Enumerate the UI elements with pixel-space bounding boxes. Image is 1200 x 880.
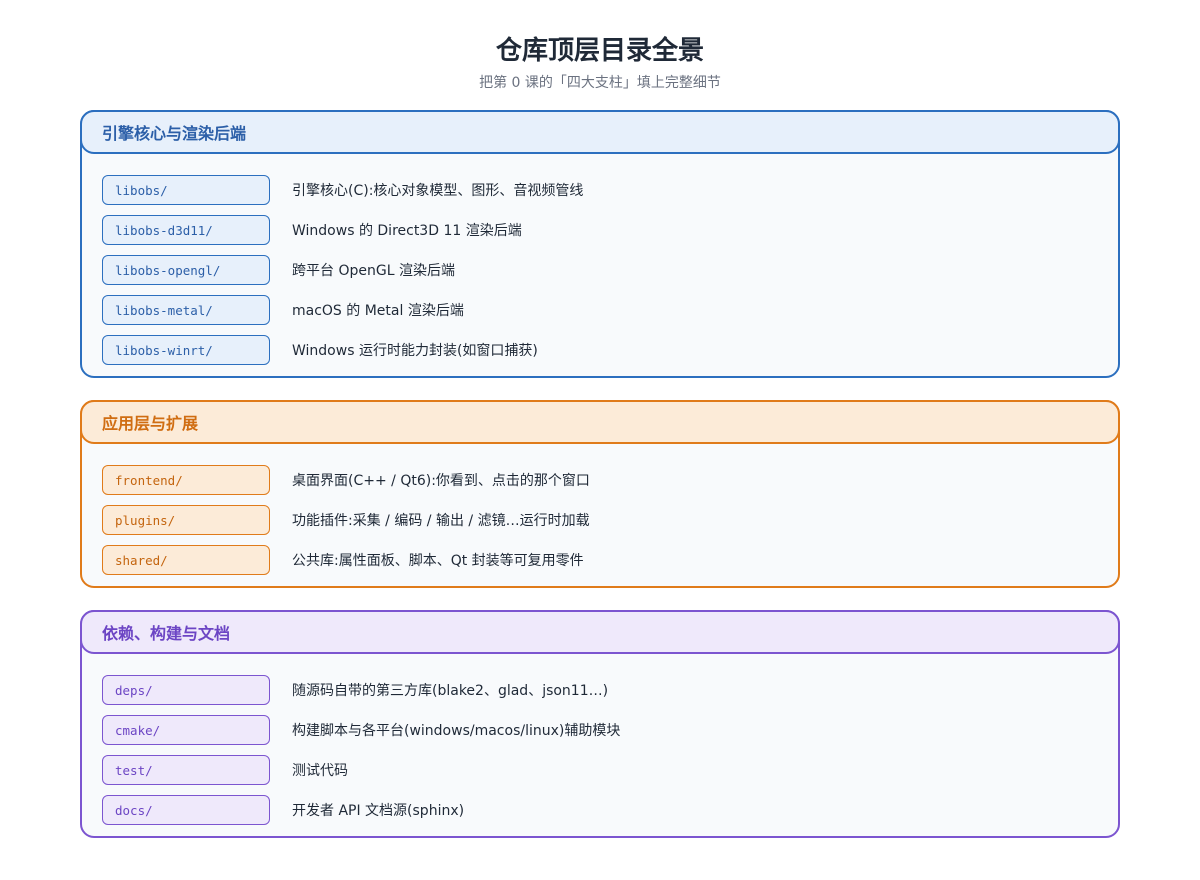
directory-chip: plugins/ — [102, 505, 270, 535]
directory-chip: cmake/ — [102, 715, 270, 745]
directory-chip: test/ — [102, 755, 270, 785]
directory-row: cmake/ 构建脚本与各平台(windows/macos/linux)辅助模块 — [102, 710, 1082, 750]
directory-chip: libobs-metal/ — [102, 295, 270, 325]
directory-description: 开发者 API 文档源(sphinx) — [292, 803, 465, 819]
directory-description: 公共库:属性面板、脚本、Qt 封装等可复用零件 — [292, 553, 584, 569]
directory-chip: libobs-winrt/ — [102, 335, 270, 365]
directory-chip: libobs-d3d11/ — [102, 215, 270, 245]
directory-chip: libobs/ — [102, 175, 270, 205]
directory-chip: frontend/ — [102, 465, 270, 495]
directory-row: libobs-metal/ macOS 的 Metal 渲染后端 — [102, 290, 1082, 330]
directory-chip: docs/ — [102, 795, 270, 825]
directory-description: 构建脚本与各平台(windows/macos/linux)辅助模块 — [292, 723, 621, 739]
directory-row: deps/ 随源码自带的第三方库(blake2、glad、json11…) — [102, 670, 1082, 710]
page-title: 仓库顶层目录全景 — [495, 36, 704, 66]
directory-description: 随源码自带的第三方库(blake2、glad、json11…) — [292, 683, 609, 699]
page-subtitle: 把第 0 课的「四大支柱」填上完整细节 — [479, 75, 721, 91]
group-title: 引擎核心与渲染后端 — [80, 110, 1120, 154]
directory-description: Windows 的 Direct3D 11 渲染后端 — [292, 223, 522, 239]
directory-row: docs/ 开发者 API 文档源(sphinx) — [102, 790, 1082, 830]
directory-chip: shared/ — [102, 545, 270, 575]
directory-description: 引擎核心(C):核心对象模型、图形、音视频管线 — [292, 183, 584, 199]
directory-row: libobs-opengl/ 跨平台 OpenGL 渲染后端 — [102, 250, 1082, 290]
directory-description: 功能插件:采集 / 编码 / 输出 / 滤镜…运行时加载 — [292, 513, 590, 529]
directory-description: macOS 的 Metal 渲染后端 — [292, 303, 464, 319]
directory-description: 测试代码 — [292, 763, 348, 779]
directory-row: libobs-d3d11/ Windows 的 Direct3D 11 渲染后端 — [102, 210, 1082, 250]
group-app-layer: 应用层与扩展 frontend/ 桌面界面(C++ / Qt6):你看到、点击的… — [80, 400, 1120, 588]
directory-row: test/ 测试代码 — [102, 750, 1082, 790]
group-deps-build-docs: 依赖、构建与文档 deps/ 随源码自带的第三方库(blake2、glad、js… — [80, 610, 1120, 838]
directory-row: plugins/ 功能插件:采集 / 编码 / 输出 / 滤镜…运行时加载 — [102, 500, 1082, 540]
directory-row: libobs-winrt/ Windows 运行时能力封装(如窗口捕获) — [102, 330, 1082, 370]
directory-description: Windows 运行时能力封装(如窗口捕获) — [292, 343, 538, 359]
directory-chip: deps/ — [102, 675, 270, 705]
directory-row: frontend/ 桌面界面(C++ / Qt6):你看到、点击的那个窗口 — [102, 460, 1082, 500]
directory-row: libobs/ 引擎核心(C):核心对象模型、图形、音视频管线 — [102, 170, 1082, 210]
directory-description: 桌面界面(C++ / Qt6):你看到、点击的那个窗口 — [292, 473, 590, 489]
directory-chip: libobs-opengl/ — [102, 255, 270, 285]
group-engine-core: 引擎核心与渲染后端 libobs/ 引擎核心(C):核心对象模型、图形、音视频管… — [80, 110, 1120, 378]
group-title: 应用层与扩展 — [80, 400, 1120, 444]
group-title: 依赖、构建与文档 — [80, 610, 1120, 654]
directory-row: shared/ 公共库:属性面板、脚本、Qt 封装等可复用零件 — [102, 540, 1082, 580]
directory-description: 跨平台 OpenGL 渲染后端 — [292, 263, 455, 279]
